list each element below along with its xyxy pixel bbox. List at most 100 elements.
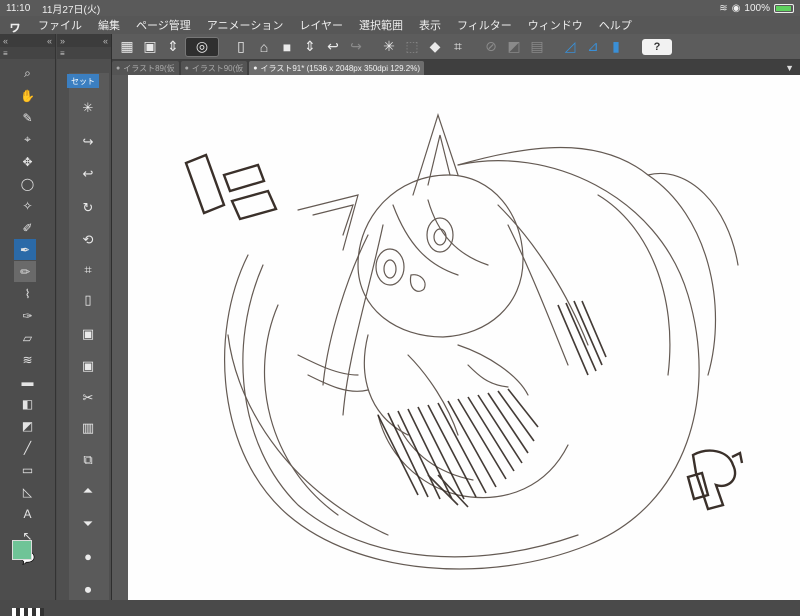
collapse-icon[interactable]: » [60,36,65,46]
ruler-icon[interactable]: ◿ [559,37,581,57]
crop-icon[interactable]: ⌗ [447,37,469,57]
grid-icon[interactable]: ▦ [116,37,138,57]
tab-close-icon[interactable]: ● [116,65,120,72]
tab-illust-89[interactable]: ● イラスト89(仮 [112,61,179,75]
pen-pressure-icon[interactable]: ▮ [605,37,627,57]
eraser-icon[interactable]: ▱ [6,327,50,348]
down-icon[interactable]: ⏷ [69,512,107,536]
brush-icon[interactable]: ⌇ [6,283,50,304]
open-folder-icon[interactable]: ⌂ [253,37,275,57]
panel-menu-icon[interactable]: ≡ [60,49,65,58]
collapse-icon[interactable]: « [47,36,52,46]
record-icon[interactable]: ⏺ [69,578,107,602]
save-icon[interactable]: ■ [276,37,298,57]
delete-icon[interactable]: ▥ [69,416,107,440]
page-icon[interactable]: ▯ [69,288,107,312]
tool-palette: « « ≡ ⌕ ✋ ✎ ⌖ ✥ ◯ ✧ ✐ ✒ ✏ ⌇ ✑ ▱ ≋ ▬ ◧ ◩ ╱… [0,34,56,616]
pen-icon[interactable]: ✎ [6,107,50,128]
frame-icon[interactable]: ▭ [6,459,50,480]
sketch-illustration [184,113,744,570]
status-time: 11:10 [6,2,31,14]
hand-icon[interactable]: ✋ [6,85,50,106]
crop-icon[interactable]: ⌗ [69,258,107,282]
eyedropper-icon[interactable]: ⌖ [6,129,50,150]
pencil-tool-icon[interactable]: ✏ [14,261,36,282]
lettering-ni-icon [184,153,278,221]
mask-icon[interactable]: ◩ [503,37,525,57]
line-icon[interactable]: ╱ [6,437,50,458]
command-bar-panel: » « ≡ セット ✳ ↪ ↩ ↻ ⟲ ⌗ ▯ ▣ ▣ ✂ ▥ ⧉ ⏶ ⏷ ● ⏺ [57,34,112,600]
wifi-icon: ≋ [719,2,728,14]
loading-icon[interactable]: ✳ [69,96,107,120]
zoom-icon[interactable]: ⌕ [6,63,50,84]
color-swatches[interactable] [12,540,42,570]
stepper-icon[interactable]: ⇕ [162,37,184,57]
canvas-area[interactable] [112,75,800,600]
ruler-icon[interactable]: ◺ [6,481,50,502]
vertical-scrollbar[interactable] [112,75,128,600]
transform-icon[interactable]: ⬚ [401,37,423,57]
undo-icon[interactable]: ↩ [69,162,107,186]
tabs-menu-icon[interactable]: ▼ [779,63,800,73]
tab-illust-91[interactable]: ● イラスト91* (1536 x 2048px 350dpi 129.2%) [249,61,425,75]
loading-icon[interactable]: ✳ [378,37,400,57]
airbrush-icon[interactable]: ✑ [6,305,50,326]
menu-view[interactable]: 表示 [411,17,449,33]
menu-animation[interactable]: アニメーション [199,17,292,33]
main-color[interactable] [12,540,32,560]
wand-icon[interactable]: ✧ [6,195,50,216]
move-icon[interactable]: ✥ [6,151,50,172]
gradient-icon[interactable]: ◩ [6,415,50,436]
help-icon[interactable]: ? [642,38,672,55]
flip-icon[interactable]: ⟲ [69,228,107,252]
copy-icon[interactable]: ⧉ [69,448,107,472]
menu-filter[interactable]: フィルター [449,17,520,33]
menu-edit[interactable]: 編集 [90,17,128,33]
tab-close-icon[interactable]: ● [253,65,257,72]
set-tab[interactable]: セット [67,74,99,88]
rotate-icon[interactable]: ↻ [69,196,107,220]
panel-menu-icon[interactable]: ≡ [3,49,8,58]
cut-icon[interactable]: ✂ [69,386,107,410]
undo-icon[interactable]: ↩ [322,37,344,57]
app-logo-icon[interactable]: ヮ [0,16,30,35]
stepper-icon[interactable]: ⇕ [299,37,321,57]
fill-icon[interactable]: ◆ [424,37,446,57]
import-jpg-icon[interactable]: ▣ [69,322,107,346]
select-icon[interactable]: ▤ [526,37,548,57]
menu-layer[interactable]: レイヤー [291,17,351,33]
menu-page[interactable]: ページ管理 [128,17,199,33]
status-date: 11月27日(火) [42,4,101,16]
layer-icon[interactable]: ▬ [6,371,50,392]
no-icon[interactable]: ⊘ [480,37,502,57]
transparent-color[interactable] [12,608,44,616]
ruler-square-icon[interactable]: ⊿ [582,37,604,57]
blend-icon[interactable]: ≋ [6,349,50,370]
new-file-icon[interactable]: ▯ [230,37,252,57]
tab-illust-90[interactable]: ● イラスト90(仮 [180,61,248,75]
text-icon[interactable]: A [6,503,50,524]
battery-percent: 100% [744,2,770,14]
lasso-icon[interactable]: ◯ [6,173,50,194]
up-icon[interactable]: ⏶ [69,479,107,503]
collapse-icon[interactable]: « [103,36,108,46]
spiral-icon[interactable]: ◎ [185,36,219,57]
menu-selection[interactable]: 選択範囲 [351,17,411,33]
command-toolbar: ▦ ▣ ⇕ ◎ ▯ ⌂ ■ ⇕ ↩ ↪ ✳ ⬚ ◆ ⌗ ⊘ ◩ ▤ ◿ ⊿ ▮ … [112,34,800,60]
collapse-icon[interactable]: « [3,36,8,46]
menu-file[interactable]: ファイル [30,17,90,33]
pencil-icon[interactable]: ✐ [6,217,50,238]
drawing-canvas[interactable] [128,75,800,600]
redo-icon[interactable]: ↪ [345,37,367,57]
menu-window[interactable]: ウィンドウ [520,17,591,33]
lettering-ya-icon [686,449,744,511]
fill-icon[interactable]: ◧ [6,393,50,414]
canvas-icon[interactable]: ▣ [139,37,161,57]
pen-tool-icon[interactable]: ✒ [14,239,36,260]
tab-close-icon[interactable]: ● [185,65,189,72]
status-bar: 11:10 11月27日(火) ≋ ◉ 100% [0,0,800,16]
export-jpg-icon[interactable]: ▣ [69,354,107,378]
circle-icon[interactable]: ● [69,544,107,568]
menu-help[interactable]: ヘルプ [591,17,640,33]
redo-icon[interactable]: ↪ [69,130,107,154]
